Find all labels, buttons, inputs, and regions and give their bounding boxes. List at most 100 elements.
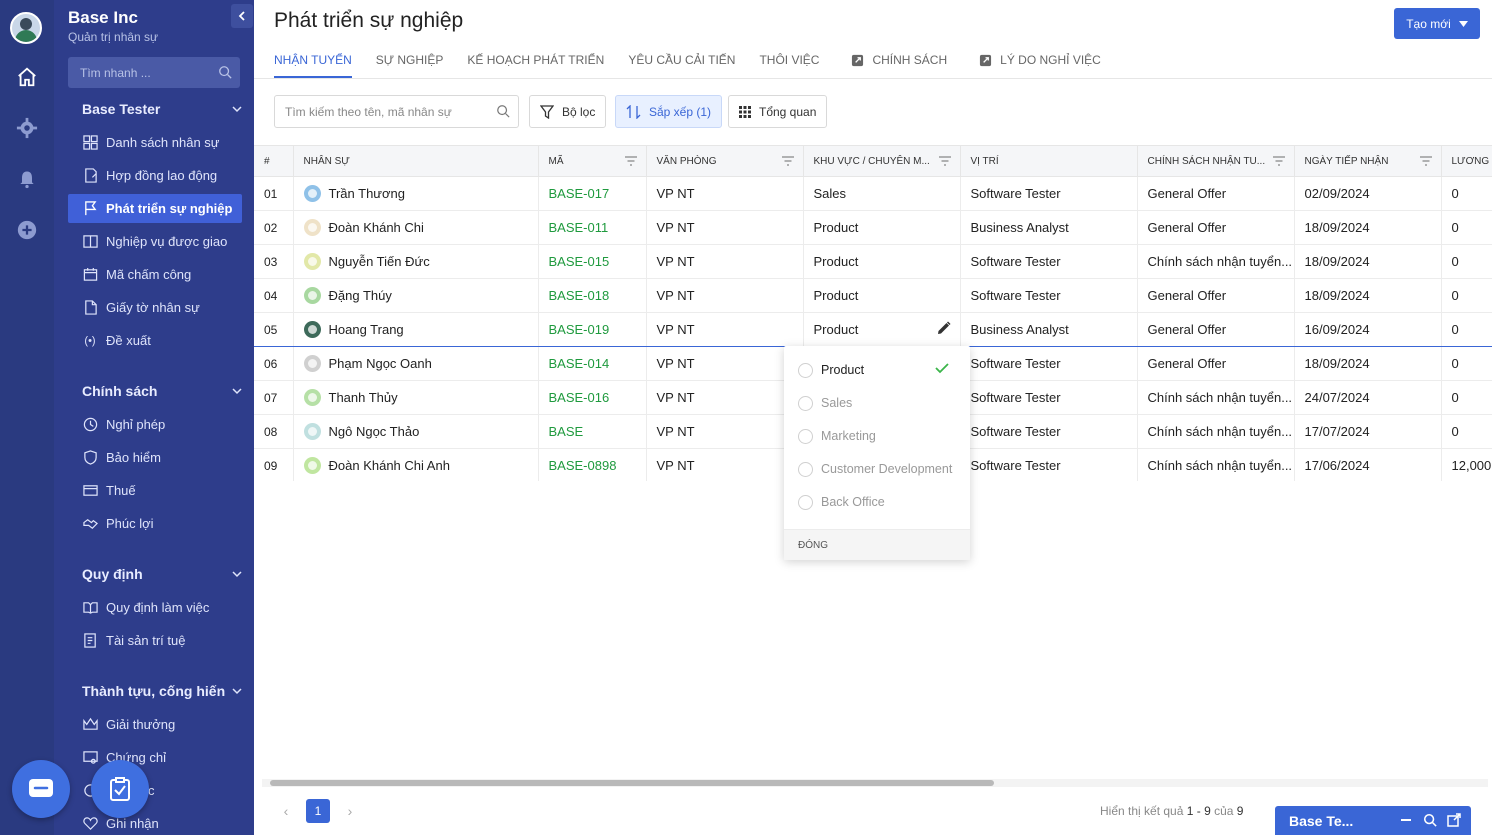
tab-nhan-tuyen[interactable]: NHẬN TUYỂN [274, 42, 352, 78]
column-header-policy[interactable]: CHÍNH SÁCH NHẬN TU... [1137, 145, 1295, 177]
area-option-product[interactable]: Product [798, 360, 963, 380]
policy-cell[interactable]: Chính sách nhận tuyển... [1137, 448, 1295, 481]
office-cell[interactable]: VP NT [646, 312, 804, 347]
filter-button[interactable]: Bộ lọc [529, 95, 607, 128]
date-cell[interactable]: 02/09/2024 [1294, 176, 1442, 211]
employee-cell[interactable]: Đoàn Khánh Chi Anh [293, 448, 539, 481]
home-icon[interactable] [14, 64, 40, 90]
sidebar-item-de-xuat[interactable]: (•) Đề xuất [68, 326, 242, 355]
employee-cell[interactable]: Thanh Thủy [293, 380, 539, 415]
sidebar-item-ma-cham-cong[interactable]: Mã chấm công [68, 260, 242, 289]
position-cell[interactable]: Software Tester [960, 380, 1138, 415]
column-header-area[interactable]: KHU VỰC / CHUYÊN M... [803, 145, 961, 177]
column-header-salary[interactable]: LƯƠNG [1441, 145, 1492, 177]
area-option-marketing[interactable]: Marketing [798, 426, 963, 446]
create-new-button[interactable]: Tạo mới [1394, 8, 1480, 39]
salary-cell[interactable]: 0 [1441, 380, 1492, 415]
edit-pencil-icon[interactable] [937, 321, 951, 335]
page-1-button[interactable]: 1 [306, 799, 330, 823]
sidebar-item-danh-sach-nhan-su[interactable]: Danh sách nhân sự [68, 128, 242, 157]
sidebar-item-giai-thuong[interactable]: Giải thưởng [68, 710, 242, 739]
tab-ly-do-nghi-viec[interactable]: LÝ DO NGHỈ VIỆC [979, 42, 1101, 78]
sidebar-item-chung-chi[interactable]: Chứng chỉ [68, 743, 242, 772]
sidebar-item-phat-trien-su-nghiep[interactable]: Phát triển sự nghiệp [68, 194, 242, 223]
tab-chinh-sach[interactable]: CHÍNH SÁCH [851, 42, 947, 78]
group-chinh-sach[interactable]: Chính sách [82, 383, 242, 399]
sort-button[interactable]: Sắp xếp (1) [615, 95, 723, 128]
salary-cell[interactable]: 12,000,0 [1441, 448, 1492, 481]
office-cell[interactable]: VP NT [646, 414, 804, 449]
salary-cell[interactable]: 0 [1441, 312, 1492, 347]
area-cell[interactable]: Sales [803, 176, 961, 211]
date-cell[interactable]: 18/09/2024 [1294, 244, 1442, 279]
sidebar-item-bao-hiem[interactable]: Bảo hiểm [68, 443, 242, 472]
position-cell[interactable]: Business Analyst [960, 312, 1138, 347]
table-row[interactable]: 01 Trần Thương BASE-017 VP NT Sales Software … [254, 176, 1492, 211]
office-cell[interactable]: VP NT [646, 176, 804, 211]
gear-icon[interactable] [14, 115, 40, 141]
area-cell[interactable]: Product [803, 278, 961, 313]
sidebar-item-hop-dong-lao-dong[interactable]: Hợp đồng lao động [68, 161, 242, 190]
date-cell[interactable]: 17/06/2024 [1294, 448, 1442, 481]
chat-window-bar[interactable]: Base Te... [1275, 806, 1471, 835]
employee-code[interactable]: BASE-019 [538, 312, 647, 347]
chat-fab[interactable] [12, 760, 70, 818]
position-cell[interactable]: Software Tester [960, 448, 1138, 481]
policy-cell[interactable]: Chính sách nhận tuyển... [1137, 380, 1295, 415]
date-cell[interactable]: 24/07/2024 [1294, 380, 1442, 415]
salary-cell[interactable]: 0 [1441, 414, 1492, 449]
dropdown-close-button[interactable]: ĐÓNG [784, 529, 970, 560]
tab-yeu-cau-cai-tien[interactable]: YÊU CẦU CẢI TIẾN [628, 42, 735, 78]
prev-page-button[interactable]: ‹ [276, 800, 296, 822]
employee-code[interactable]: BASE-016 [538, 380, 647, 415]
date-cell[interactable]: 17/07/2024 [1294, 414, 1442, 449]
group-quy-dinh[interactable]: Quy định [82, 566, 242, 582]
sidebar-item-ghi-nhan[interactable]: Ghi nhận [68, 809, 242, 835]
sidebar-item-thue[interactable]: Thuế [68, 476, 242, 505]
sidebar-item-nghiep-vu-duoc-giao[interactable]: Nghiệp vụ được giao [68, 227, 242, 256]
area-option-sales[interactable]: Sales [798, 393, 963, 413]
search-icon[interactable] [496, 104, 510, 121]
add-circle-icon[interactable] [14, 217, 40, 243]
area-option-back-office[interactable]: Back Office [798, 492, 963, 512]
employee-cell[interactable]: Nguyễn Tiến Đức [293, 244, 539, 279]
date-cell[interactable]: 18/09/2024 [1294, 346, 1442, 381]
policy-cell[interactable]: General Offer [1137, 312, 1295, 347]
column-header-employee[interactable]: NHÂN SỰ [293, 145, 539, 177]
office-cell[interactable]: VP NT [646, 244, 804, 279]
horizontal-scrollbar[interactable] [262, 779, 1488, 787]
column-header-position[interactable]: VỊ TRÍ [960, 145, 1138, 177]
sidebar-item-quy-dinh-lam-viec[interactable]: Quy định làm việc [68, 593, 242, 622]
employee-code[interactable]: BASE-0898 [538, 448, 647, 481]
group-thanh-tuu[interactable]: Thành tựu, cống hiến [82, 683, 242, 699]
position-cell[interactable]: Software Tester [960, 346, 1138, 381]
sidebar-item-nghi-phep[interactable]: Nghỉ phép [68, 410, 242, 439]
table-row[interactable]: 05 Hoang Trang BASE-019 VP NT Product Busines… [254, 312, 1492, 347]
column-header-date[interactable]: NGÀY TIẾP NHẬN [1294, 145, 1442, 177]
date-cell[interactable]: 18/09/2024 [1294, 210, 1442, 245]
bell-icon[interactable] [14, 166, 40, 192]
office-cell[interactable]: VP NT [646, 346, 804, 381]
employee-cell[interactable]: Đoàn Khánh Chi [293, 210, 539, 245]
policy-cell[interactable]: Chính sách nhận tuyển... [1137, 414, 1295, 449]
employee-cell[interactable]: Đặng Thúy [293, 278, 539, 313]
date-cell[interactable]: 16/09/2024 [1294, 312, 1442, 347]
salary-cell[interactable]: 0 [1441, 244, 1492, 279]
salary-cell[interactable]: 0 [1441, 346, 1492, 381]
sidebar-item-giay-to-nhan-su[interactable]: Giấy tờ nhân sự [68, 293, 242, 322]
table-row[interactable]: 04 Đặng Thúy BASE-018 VP NT Product Software … [254, 278, 1492, 313]
employee-code[interactable]: BASE-014 [538, 346, 647, 381]
employee-cell[interactable]: Trần Thương [293, 176, 539, 211]
area-option-customer-development[interactable]: Customer Development [798, 459, 963, 479]
group-base-tester[interactable]: Base Tester [82, 101, 242, 117]
employee-cell[interactable]: Hoang Trang [293, 312, 539, 347]
employee-code[interactable]: BASE-011 [538, 210, 647, 245]
employee-search-input[interactable] [275, 96, 490, 127]
sidebar-search-input[interactable] [68, 57, 213, 88]
position-cell[interactable]: Software Tester [960, 244, 1138, 279]
area-cell[interactable]: Product [803, 244, 961, 279]
employee-code[interactable]: BASE-017 [538, 176, 647, 211]
policy-cell[interactable]: General Offer [1137, 210, 1295, 245]
policy-cell[interactable]: General Offer [1137, 278, 1295, 313]
position-cell[interactable]: Software Tester [960, 414, 1138, 449]
